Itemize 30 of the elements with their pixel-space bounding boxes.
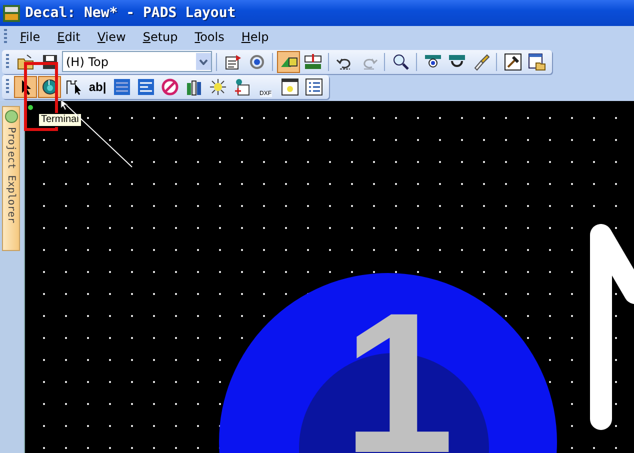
folder-icon — [528, 52, 546, 70]
copper-icon — [136, 78, 154, 96]
layer-dropdown[interactable]: (H) Top — [62, 51, 212, 72]
app-logo-icon — [3, 4, 20, 22]
project-explorer-tab[interactable]: Project Explorer — [2, 106, 20, 251]
lines-icon — [112, 78, 130, 96]
drafting-icon — [304, 52, 322, 70]
design-button[interactable] — [277, 50, 300, 72]
hammer-icon — [504, 52, 522, 70]
window-title: Decal: New* - PADS Layout — [25, 5, 236, 21]
keepout-icon — [160, 78, 178, 96]
origin-marker-icon — [28, 105, 33, 110]
caret-icon — [199, 58, 208, 64]
pad-number: 1 — [343, 309, 454, 453]
sun-icon — [208, 78, 226, 96]
menu-item[interactable]: Edit — [48, 30, 88, 44]
wizard-icon — [64, 78, 82, 96]
menu-item[interactable]: Tools — [186, 30, 232, 44]
tooltip: Terminal — [38, 113, 82, 127]
text-tool-button[interactable]: ab| — [86, 76, 109, 98]
zoom-icon — [392, 52, 410, 70]
view-icon — [424, 52, 442, 70]
brush-icon — [472, 52, 490, 70]
bars-icon — [184, 78, 202, 96]
menu-item[interactable]: Help — [232, 30, 277, 44]
menu-item[interactable]: Setup — [134, 30, 186, 44]
list2-icon — [304, 78, 322, 96]
menu-item[interactable]: File — [11, 30, 48, 44]
open-icon — [16, 52, 34, 70]
menu-item[interactable]: View — [88, 30, 134, 44]
